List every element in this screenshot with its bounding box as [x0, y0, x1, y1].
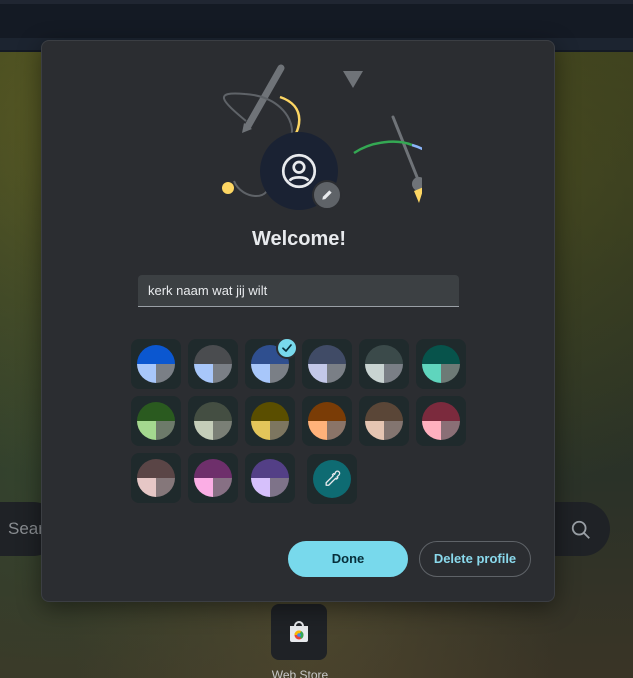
color-disc — [365, 345, 403, 383]
color-segment — [441, 364, 460, 383]
done-button[interactable]: Done — [288, 541, 408, 577]
color-swatch-blue[interactable] — [131, 339, 181, 389]
color-swatch-mauve[interactable] — [131, 453, 181, 503]
dialog-title: Welcome! — [251, 228, 347, 250]
color-segment — [308, 345, 346, 364]
color-segment — [422, 421, 441, 440]
color-swatch-brown[interactable] — [359, 396, 409, 446]
web-store-icon — [290, 621, 308, 642]
color-swatch-green[interactable] — [131, 396, 181, 446]
color-disc — [194, 459, 232, 497]
color-swatch-teal[interactable] — [416, 339, 466, 389]
color-segment — [384, 421, 403, 440]
custom-color-button[interactable] — [307, 454, 357, 504]
color-segment — [270, 478, 289, 497]
shortcut-web-store[interactable] — [271, 604, 327, 660]
color-segment — [156, 478, 175, 497]
color-disc — [137, 345, 175, 383]
color-segment — [270, 364, 289, 383]
eyedropper-icon — [325, 470, 341, 486]
color-segment — [137, 364, 156, 383]
color-segment — [422, 364, 441, 383]
color-disc — [308, 345, 346, 383]
search-icon[interactable] — [570, 519, 592, 541]
search-placeholder: Sear — [8, 519, 44, 538]
color-segment — [137, 421, 156, 440]
color-segment — [137, 478, 156, 497]
color-disc — [137, 402, 175, 440]
color-swatch-crimson[interactable] — [416, 396, 466, 446]
color-disc — [137, 459, 175, 497]
color-segment — [156, 364, 175, 383]
color-segment — [213, 364, 232, 383]
color-disc — [365, 402, 403, 440]
profile-customization-dialog: Welcome! Done Delete profile — [41, 40, 555, 602]
color-disc — [251, 459, 289, 497]
color-disc — [194, 345, 232, 383]
color-swatch-dark-teal-grey[interactable] — [359, 339, 409, 389]
profile-name-input[interactable] — [138, 275, 459, 307]
edit-avatar-button[interactable] — [312, 180, 342, 210]
color-segment — [327, 421, 346, 440]
brush-drawing — [353, 115, 422, 203]
color-segment — [441, 421, 460, 440]
color-swatch-magenta[interactable] — [188, 453, 238, 503]
color-segment — [251, 364, 270, 383]
color-segment — [194, 421, 213, 440]
color-swatch-grey[interactable] — [188, 339, 238, 389]
color-segment — [251, 402, 289, 421]
color-swatch-orange[interactable] — [302, 396, 352, 446]
color-segment — [327, 364, 346, 383]
color-segment — [251, 478, 270, 497]
color-segment — [422, 345, 460, 364]
color-segment — [251, 421, 270, 440]
color-segment — [365, 345, 403, 364]
color-segment — [384, 364, 403, 383]
color-segment — [308, 421, 327, 440]
triangle-shape — [343, 71, 363, 88]
color-disc — [194, 402, 232, 440]
color-segment — [365, 421, 384, 440]
web-store-label: Web Store — [271, 668, 329, 678]
color-segment — [213, 478, 232, 497]
color-segment — [137, 402, 175, 421]
color-segment — [308, 364, 327, 383]
color-segment — [422, 402, 460, 421]
color-segment — [251, 459, 289, 478]
color-segment — [213, 421, 232, 440]
color-disc — [308, 402, 346, 440]
color-segment — [156, 421, 175, 440]
color-disc — [251, 402, 289, 440]
color-segment — [365, 364, 384, 383]
selected-check-icon — [276, 337, 298, 359]
color-swatch-olive[interactable] — [245, 396, 295, 446]
color-segment — [137, 345, 175, 364]
color-segment — [194, 478, 213, 497]
color-segment — [365, 402, 403, 421]
color-segment — [137, 459, 175, 478]
color-disc — [422, 345, 460, 383]
color-segment — [194, 459, 232, 478]
color-swatch-purple[interactable] — [245, 453, 295, 503]
color-disc — [422, 402, 460, 440]
color-segment — [194, 364, 213, 383]
color-swatch-olive-grey[interactable] — [188, 396, 238, 446]
color-segment — [270, 421, 289, 440]
color-swatch-slate[interactable] — [302, 339, 352, 389]
account-circle-icon — [281, 153, 317, 189]
pencil-icon — [322, 190, 332, 200]
delete-profile-button[interactable]: Delete profile — [419, 541, 531, 577]
color-segment — [194, 345, 232, 364]
yellow-dot — [222, 182, 234, 194]
color-segment — [308, 402, 346, 421]
color-segment — [194, 402, 232, 421]
color-swatch-navy-selected[interactable] — [245, 337, 298, 389]
